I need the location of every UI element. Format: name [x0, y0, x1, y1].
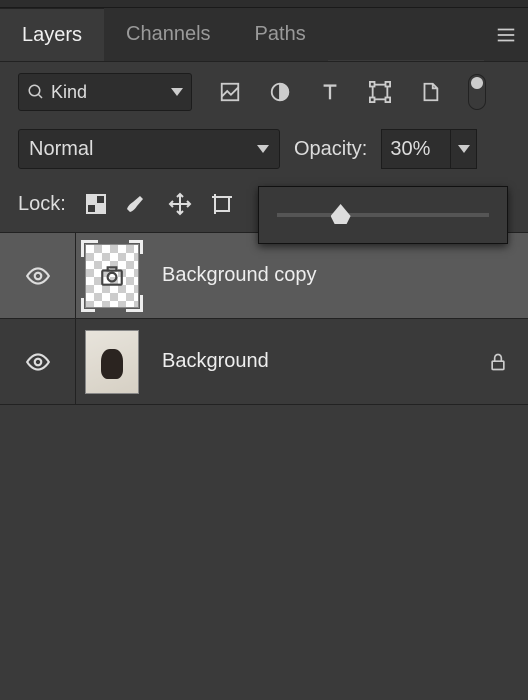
panel-top-edge	[0, 0, 528, 8]
lock-pixels-brush-icon[interactable]	[126, 192, 150, 216]
chevron-down-icon	[257, 145, 269, 153]
opacity-control: 30%	[381, 129, 477, 169]
filter-adjustment-icon[interactable]	[268, 80, 292, 104]
eye-icon	[25, 349, 51, 375]
layer-thumbnail[interactable]	[85, 330, 139, 394]
opacity-label: Opacity:	[294, 138, 367, 161]
layers-list: Background copy Background	[0, 232, 528, 405]
blend-mode-value: Normal	[29, 138, 93, 161]
layer-lock-indicator[interactable]	[468, 352, 528, 372]
layers-panel: Layers Channels Paths Kind	[0, 0, 528, 700]
filter-type-label: Kind	[51, 82, 87, 103]
layer-thumbnail-cell	[76, 330, 148, 394]
panel-menu-button[interactable]	[484, 8, 528, 61]
opacity-dropdown-button[interactable]	[451, 129, 477, 169]
tab-channels[interactable]: Channels	[104, 8, 233, 61]
opacity-slider-popup	[258, 186, 508, 244]
lock-artboard-icon[interactable]	[210, 192, 234, 216]
panel-tabs: Layers Channels Paths	[0, 8, 528, 62]
opacity-slider-track[interactable]	[277, 213, 489, 217]
lock-transparency-icon[interactable]	[84, 192, 108, 216]
filter-type-dropdown[interactable]: Kind	[18, 73, 192, 111]
filter-shape-icon[interactable]	[368, 80, 392, 104]
tab-paths[interactable]: Paths	[233, 8, 328, 61]
blend-opacity-row: Normal Opacity: 30%	[0, 122, 528, 176]
lock-icon	[488, 352, 508, 372]
filter-smartobject-icon[interactable]	[418, 80, 442, 104]
filter-pixel-icon[interactable]	[218, 80, 242, 104]
camera-icon	[99, 263, 125, 289]
blend-mode-dropdown[interactable]: Normal	[18, 129, 280, 169]
filter-type-text-icon[interactable]	[318, 80, 342, 104]
tab-layers[interactable]: Layers	[0, 8, 104, 61]
lock-label: Lock:	[18, 193, 66, 216]
chevron-down-icon	[458, 145, 470, 153]
filter-toggle[interactable]	[468, 74, 486, 110]
layer-row[interactable]: Background	[0, 319, 528, 405]
chevron-down-icon	[171, 88, 183, 96]
lock-position-move-icon[interactable]	[168, 192, 192, 216]
layer-name[interactable]: Background copy	[148, 264, 468, 287]
opacity-slider-thumb[interactable]	[331, 204, 351, 224]
layer-name[interactable]: Background	[148, 350, 468, 373]
opacity-value-input[interactable]: 30%	[381, 129, 451, 169]
layer-thumbnail-cell	[76, 240, 148, 312]
layer-thumbnail[interactable]	[85, 244, 139, 308]
tabs-spacer	[328, 8, 484, 61]
eye-icon	[25, 263, 51, 289]
layer-row[interactable]: Background copy	[0, 233, 528, 319]
layer-visibility-toggle[interactable]	[0, 319, 76, 404]
filter-toolbar: Kind	[0, 62, 528, 122]
layer-visibility-toggle[interactable]	[0, 233, 76, 318]
search-icon	[27, 83, 45, 101]
